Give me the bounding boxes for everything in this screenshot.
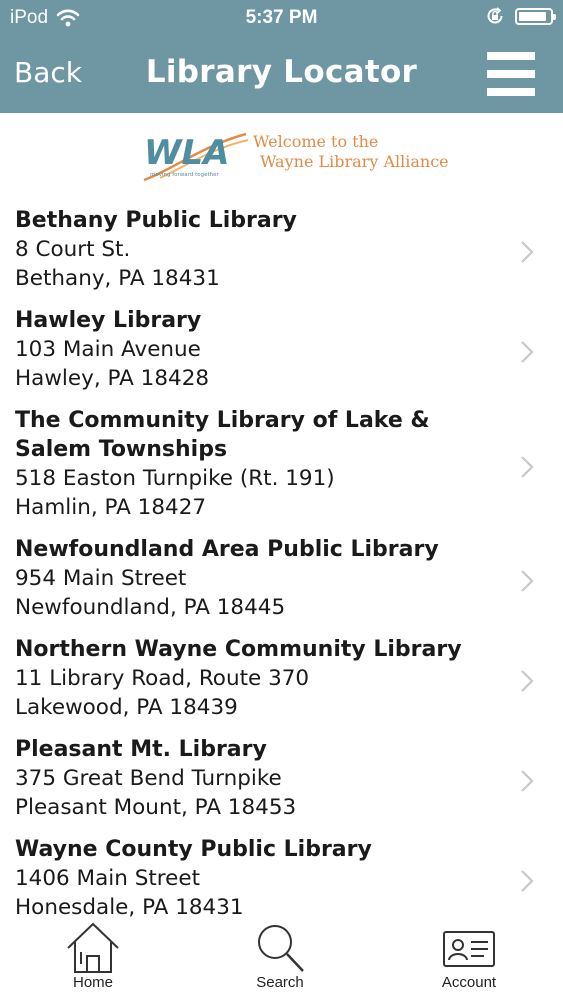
library-address-line1: 375 Great Bend Turnpike	[15, 766, 282, 791]
library-name: Pleasant Mt. Library	[15, 737, 267, 762]
chevron-right-icon	[521, 870, 534, 892]
library-address-line2: Pleasant Mount, PA 18453	[15, 795, 297, 820]
library-name: Wayne County Public Library	[15, 837, 372, 862]
menu-bar-icon	[487, 52, 535, 60]
library-name: Newfoundland Area Public Library	[15, 537, 439, 562]
tab-search-label: Search	[256, 974, 304, 991]
library-item-wayne-county[interactable]: Wayne County Public Library 1406 Main St…	[0, 831, 563, 931]
library-list: Bethany Public Library 8 Court St. Betha…	[0, 202, 563, 931]
welcome-line-1: Welcome to the	[253, 132, 379, 151]
tab-home[interactable]: Home	[33, 920, 153, 991]
tab-bar: Home Search Account	[0, 920, 563, 1000]
tab-search[interactable]: Search	[220, 920, 340, 991]
library-item-northern-wayne[interactable]: Northern Wayne Community Library 11 Libr…	[0, 631, 563, 731]
library-address-line1: 954 Main Street	[15, 566, 187, 591]
status-right	[485, 6, 556, 26]
back-button[interactable]: Back	[14, 56, 82, 89]
chevron-right-icon	[521, 770, 534, 792]
library-item-pleasant-mt[interactable]: Pleasant Mt. Library 375 Great Bend Turn…	[0, 731, 563, 831]
library-item-lake-salem[interactable]: The Community Library of Lake & Salem To…	[0, 402, 563, 531]
home-icon	[67, 922, 119, 973]
account-card-icon	[443, 931, 495, 967]
wla-mark-text: WLA	[144, 133, 229, 173]
library-address-line2: Hawley, PA 18428	[15, 366, 210, 391]
status-time: 5:37 PM	[245, 7, 318, 28]
library-address-line1: 11 Library Road, Route 370	[15, 666, 310, 691]
library-item-newfoundland[interactable]: Newfoundland Area Public Library 954 Mai…	[0, 531, 563, 631]
library-address-line2: Hamlin, PA 18427	[15, 495, 207, 520]
library-item-bethany[interactable]: Bethany Public Library 8 Court St. Betha…	[0, 202, 563, 302]
library-name: The Community Library of Lake & Salem To…	[15, 408, 430, 462]
chevron-right-icon	[521, 570, 534, 592]
wla-logo-mark: WLA moving forward together	[143, 132, 249, 182]
library-address-line2: Bethany, PA 18431	[15, 266, 220, 291]
library-name: Bethany Public Library	[15, 208, 297, 233]
search-icon	[258, 925, 304, 972]
nav-bar: Back Library Locator	[0, 36, 563, 113]
tab-account-label: Account	[441, 974, 497, 991]
page-title: Library Locator	[145, 54, 418, 90]
battery-icon	[515, 7, 556, 25]
menu-bar-icon	[487, 70, 535, 78]
library-address-line2: Lakewood, PA 18439	[15, 695, 238, 720]
wla-tagline: moving forward together	[150, 172, 219, 178]
chevron-right-icon	[521, 341, 534, 363]
hamburger-menu-button[interactable]	[487, 52, 535, 98]
library-address-line1: 1406 Main Street	[15, 866, 201, 891]
library-address-line1: 518 Easton Turnpike (Rt. 191)	[15, 466, 335, 491]
chevron-right-icon	[521, 670, 534, 692]
chevron-right-icon	[521, 241, 534, 263]
library-name: Hawley Library	[15, 308, 202, 333]
tab-home-label: Home	[72, 974, 113, 991]
status-bar: iPod 5:37 PM	[0, 0, 563, 36]
tab-account[interactable]: Account	[409, 920, 529, 991]
library-address-line2: Honesdale, PA 18431	[15, 895, 244, 920]
welcome-line-2: Wayne Library Alliance	[260, 152, 449, 171]
menu-bar-icon	[487, 88, 535, 96]
library-item-hawley[interactable]: Hawley Library 103 Main Avenue Hawley, P…	[0, 302, 563, 402]
wla-logo-banner: WLA moving forward together Welcome to t…	[0, 122, 563, 184]
library-address-line1: 103 Main Avenue	[15, 337, 201, 362]
library-address-line2: Newfoundland, PA 18445	[15, 595, 286, 620]
library-address-line1: 8 Court St.	[15, 237, 131, 262]
chevron-right-icon	[521, 455, 534, 478]
welcome-text: Welcome to the Wayne Library Alliance	[253, 132, 449, 172]
library-name: Northern Wayne Community Library	[15, 637, 462, 662]
rotation-lock-icon	[487, 7, 503, 24]
